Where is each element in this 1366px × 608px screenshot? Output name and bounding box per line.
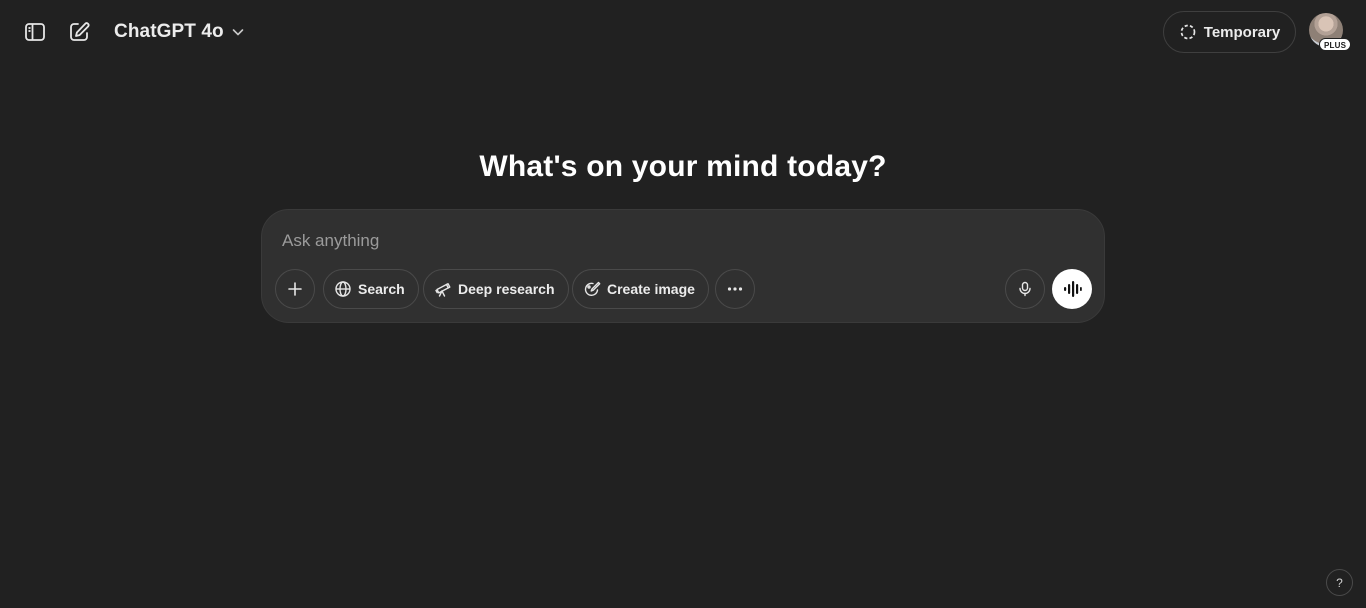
temporary-label: Temporary xyxy=(1203,23,1281,41)
microphone-icon xyxy=(1019,281,1031,297)
sidebar-toggle-button[interactable] xyxy=(17,14,53,50)
profile-menu-button[interactable]: PLUS xyxy=(1308,13,1352,53)
chatgpt-home: ChatGPT 4o Temporary PLUS What's on your… xyxy=(0,0,1366,608)
model-name: ChatGPT 4o xyxy=(114,21,224,42)
help-button[interactable]: ? xyxy=(1326,569,1353,596)
create-image-label: Create image xyxy=(607,281,695,297)
voice-waveform-icon xyxy=(1064,281,1082,297)
chevron-down-icon xyxy=(232,29,244,36)
sidebar-toggle-icon xyxy=(25,23,45,41)
create-image-button[interactable]: Create image xyxy=(572,269,709,309)
composer: Search Deep research Create image xyxy=(261,209,1105,323)
more-icon xyxy=(727,287,743,291)
more-tools-button[interactable] xyxy=(715,269,755,309)
search-tool-button[interactable]: Search xyxy=(323,269,419,309)
image-brush-icon xyxy=(584,281,601,296)
deep-research-button[interactable]: Deep research xyxy=(423,269,569,309)
telescope-icon xyxy=(435,283,451,297)
page-title: What's on your mind today? xyxy=(479,150,887,183)
dictate-button[interactable] xyxy=(1005,269,1045,309)
globe-icon xyxy=(335,281,351,297)
temporary-chat-button[interactable]: Temporary xyxy=(1163,11,1296,53)
search-tool-label: Search xyxy=(358,281,405,297)
model-selector[interactable]: ChatGPT 4o xyxy=(106,16,254,48)
deep-research-label: Deep research xyxy=(458,281,555,297)
prompt-input[interactable] xyxy=(282,228,1062,254)
attach-button[interactable] xyxy=(275,269,315,309)
plan-badge: PLUS xyxy=(1319,38,1352,51)
dashed-circle-icon xyxy=(1180,24,1196,40)
voice-mode-button[interactable] xyxy=(1052,269,1092,309)
new-chat-icon xyxy=(70,22,90,41)
plus-icon xyxy=(288,282,302,296)
new-chat-button[interactable] xyxy=(61,14,97,50)
